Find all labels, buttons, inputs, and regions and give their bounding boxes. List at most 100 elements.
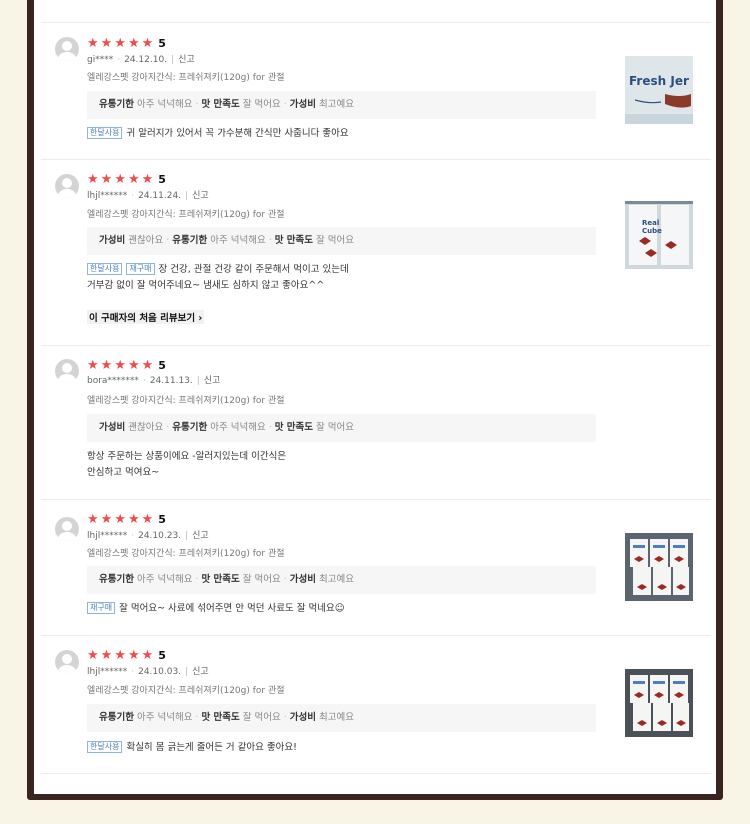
first-review-link[interactable]: 이 구매자의 처음 리뷰보기 › [87, 310, 205, 324]
tag-value: 잘 먹어요 [313, 422, 355, 433]
review-line-text: 항상 주문하는 상품이에요 -알러지있는데 이간식은 [87, 451, 287, 462]
separator: · [283, 574, 287, 585]
tag-value: 아주 넉넉해요 [133, 99, 193, 110]
review-date: 24.12.10. [124, 55, 168, 65]
reviewer-id: lhjl****** [87, 191, 128, 201]
tag-key: 유통기한 [99, 99, 134, 110]
star-icon: ★ [114, 511, 126, 527]
star-rating: ★ ★ ★ ★ ★ 5 [87, 172, 166, 186]
review-photo[interactable] [625, 533, 693, 601]
tag-key: 유통기한 [172, 235, 208, 246]
separator: · [131, 191, 135, 201]
separator: · [268, 422, 272, 433]
evaluation-tags: 유통기한 아주 넉넉해요 · 맛 만족도 잘 먹어요 · 가성비 최고예요 [87, 91, 596, 119]
review-item: ★ ★ ★ ★ ★ 5 lhjl****** · 24.10.03. | 신고 엘레강스펫 강아지간식… [41, 635, 711, 774]
review-text: 재구매 잘 먹어요~ 사료에 섞어주면 안 먹던 사료도 잘 먹네요☺ [87, 601, 345, 617]
usage-badge: 한달사용 [87, 127, 123, 139]
tag-key: 유통기한 [172, 422, 208, 433]
star-icon: ★ [141, 357, 154, 373]
tag-key: 가성비 [99, 235, 126, 246]
review-meta: gi**** · 24.12.10. | 신고 [87, 52, 195, 65]
star-icon: ★ [141, 171, 154, 187]
review-line: 재구매 잘 먹어요~ 사료에 섞어주면 안 먹던 사료도 잘 먹네요☺ [87, 601, 345, 617]
separator: · [166, 422, 170, 433]
tag-value: 아주 넉넉해요 [133, 574, 193, 585]
separator: | [185, 191, 189, 201]
star-icon: ★ [114, 357, 126, 373]
tag-value: 잘 먹어요 [239, 99, 281, 110]
tag-value: 아주 넉넉해요 [207, 422, 266, 433]
review-line-text: 장 건강, 관절 건강 같이 주문해서 먹이고 있는데 [158, 264, 349, 275]
star-icon: ★ [127, 357, 140, 373]
avatar [55, 517, 79, 541]
review-photo[interactable] [625, 669, 693, 737]
review-text: 항상 주문하는 상품이에요 -알러지있는데 이간식은안심하고 먹여요~ [87, 449, 286, 481]
separator: · [268, 235, 272, 246]
report-link[interactable]: 신고 [178, 55, 195, 65]
rating-score: 5 [158, 358, 166, 372]
evaluation-tags: 유통기한 아주 넉넉해요 · 맛 만족도 잘 먹어요 · 가성비 최고예요 [87, 566, 596, 594]
review-meta: bora******* · 24.11.13. | 신고 [87, 373, 220, 386]
star-icon: ★ [127, 511, 140, 527]
report-link[interactable]: 신고 [192, 531, 209, 541]
star-icon: ★ [114, 171, 126, 187]
review-line: 항상 주문하는 상품이에요 -알러지있는데 이간식은 [87, 449, 286, 465]
separator: · [195, 99, 199, 110]
separator: | [185, 531, 189, 541]
tag-value: 아주 넉넉해요 [133, 712, 193, 723]
review-date: 24.10.23. [138, 531, 182, 541]
usage-badge: 재구매 [126, 263, 155, 275]
usage-badge: 재구매 [87, 602, 116, 614]
reviewer-id: gi**** [87, 55, 114, 65]
product-option: 엘레강스펫 강아지간식: 프레쉬져키(120g) for 관절 [87, 73, 285, 83]
report-link[interactable]: 신고 [192, 667, 209, 677]
tag-key: 맛 만족도 [201, 712, 240, 723]
review-photo[interactable]: Real Cube [625, 201, 693, 269]
tag-value: 최고예요 [316, 99, 355, 110]
review-line-text: 확실히 몸 긁는게 줄어든 거 같아요 좋아요! [126, 742, 297, 753]
star-icon: ★ [87, 511, 99, 527]
tag-value: 최고예요 [316, 712, 355, 723]
rating-score: 5 [158, 648, 166, 662]
product-option: 엘레강스펫 강아지간식: 프레쉬져키(120g) for 관절 [87, 686, 285, 696]
report-link[interactable]: 신고 [192, 191, 209, 201]
review-meta: lhjl****** · 24.10.03. | 신고 [87, 664, 209, 677]
star-icon: ★ [141, 511, 154, 527]
separator: · [142, 376, 146, 386]
product-option: 엘레강스펫 강아지간식: 프레쉬져키(120g) for 관절 [87, 210, 285, 220]
review-item: ★ ★ ★ ★ ★ 5 lhjl****** · 24.10.23. | 신고 엘레강스펫 강아지간식… [41, 499, 711, 636]
review-line: 한달사용 귀 알러지가 있어서 꼭 가수분해 간식만 사줍니다 좋아요 [87, 126, 349, 142]
separator: · [283, 99, 287, 110]
avatar [55, 174, 79, 198]
tag-key: 맛 만족도 [201, 574, 240, 585]
tag-key: 가성비 [289, 574, 317, 585]
tag-key: 유통기한 [99, 574, 134, 585]
evaluation-tags: 유통기한 아주 넉넉해요 · 맛 만족도 잘 먹어요 · 가성비 최고예요 [87, 704, 596, 732]
report-link[interactable]: 신고 [204, 376, 221, 386]
star-icon: ★ [100, 357, 113, 373]
star-icon: ★ [87, 35, 99, 51]
reviewer-id: bora******* [87, 376, 139, 386]
star-icon: ★ [87, 357, 99, 373]
star-icon: ★ [127, 171, 140, 187]
review-date: 24.11.13. [149, 376, 193, 386]
star-rating: ★ ★ ★ ★ ★ 5 [87, 36, 166, 50]
star-icon: ★ [100, 35, 113, 51]
review-line: 안심하고 먹여요~ [87, 465, 286, 481]
review-line: 거부감 없이 잘 먹어주네요~ 냄새도 심하지 않고 좋아요^^ [87, 278, 349, 294]
separator: · [131, 667, 135, 677]
review-text: 한달사용 재구매 장 건강, 관절 건강 같이 주문해서 먹이고 있는데 거부감 없이… [87, 262, 349, 294]
product-option: 엘레강스펫 강아지간식: 프레쉬져키(120g) for 관절 [87, 549, 285, 559]
tag-value: 괜찮아요 [125, 235, 164, 246]
evaluation-tags: 가성비 괜찮아요 · 유통기한 아주 넉넉해요 · 맛 만족도 잘 먹어요 [87, 227, 596, 255]
star-rating: ★ ★ ★ ★ ★ 5 [87, 648, 166, 662]
rating-score: 5 [158, 512, 166, 526]
avatar [55, 650, 79, 674]
reviewer-id: lhjl****** [87, 531, 128, 541]
review-item: ★ ★ ★ ★ ★ 5 gi**** · 24.12.10. | 신고엘레강스펫 강아지간식: 프레… [41, 23, 711, 160]
tag-value: 아주 넉넉해요 [207, 235, 266, 246]
review-line: 한달사용 재구매 장 건강, 관절 건강 같이 주문해서 먹이고 있는데 [87, 262, 349, 278]
review-photo[interactable]: Fresh Jer [625, 56, 693, 124]
separator: · [117, 55, 121, 65]
star-icon: ★ [87, 647, 99, 663]
